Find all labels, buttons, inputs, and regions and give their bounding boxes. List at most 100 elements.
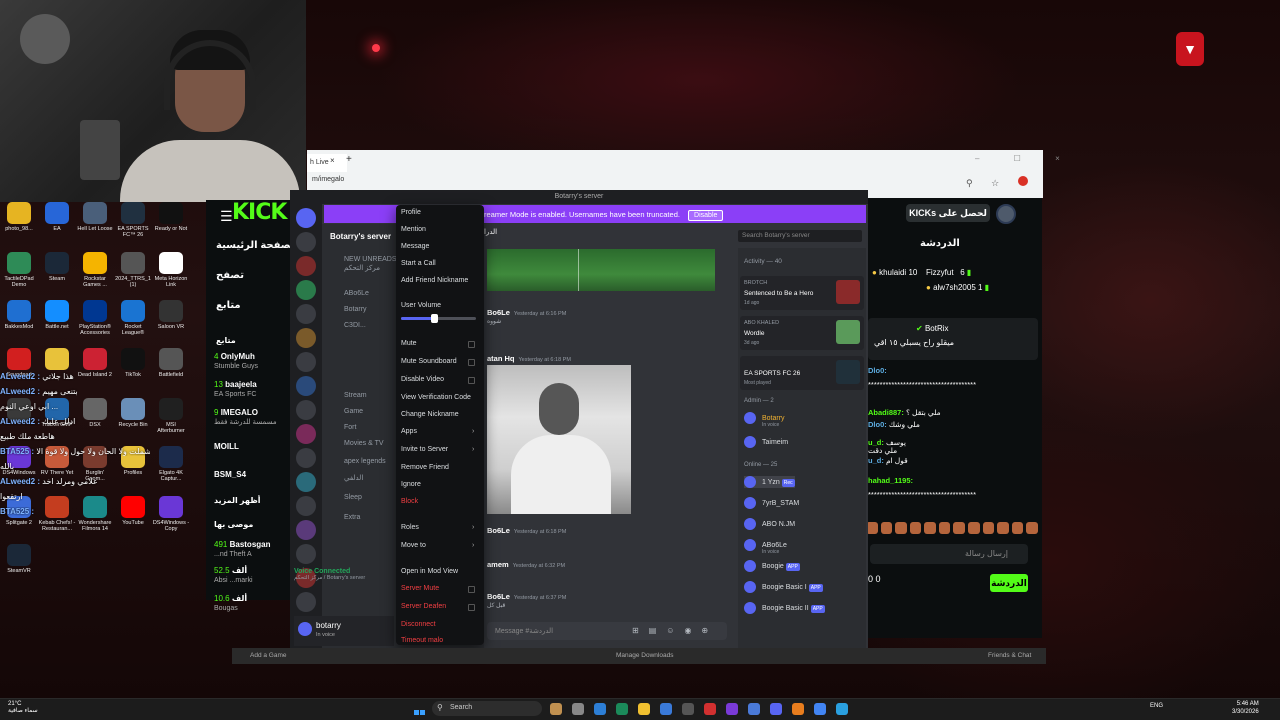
user-avatar[interactable] [996,204,1016,224]
message-author[interactable]: Bo6Le Yesterday at 6:37 PM [487,592,566,601]
emote-icon[interactable] [1026,522,1038,534]
kick-nav-browse[interactable]: تصفح [216,270,244,281]
server-icon[interactable] [296,208,316,228]
window-controls[interactable]: – ☐ × [975,154,1076,163]
football-field-image[interactable] [487,249,715,291]
desktop-icon[interactable]: PlayStation® Accessories [76,300,114,336]
desktop-icon[interactable]: 2024_TTRS_1 (1) [114,252,152,288]
taskbar-app-icon[interactable] [550,703,562,715]
member-item[interactable]: Boogie APP [744,560,800,572]
kick-stream-item[interactable]: 10.6 ألف Bougas [214,594,290,614]
server-icon[interactable] [296,232,316,252]
kick-stream-item[interactable]: MOILL [214,442,290,452]
emoji-icon[interactable]: ☺ [666,626,684,635]
kick-stream-item[interactable]: 9 IMEGALO مسمسة للدرشة فقط [214,408,290,428]
chat-username[interactable]: hahad_1195: [868,476,913,485]
member-item[interactable]: ABO N.JM [744,518,795,530]
plus-icon[interactable]: ⊕ [701,626,718,635]
clock[interactable]: 5:46 AM 3/30/2026 [1232,700,1259,716]
kick-stream-item[interactable]: 52.5 ألف Absi ...marki [214,566,290,586]
disable-streamer-mode-button[interactable]: Disable [688,210,724,221]
get-kicks-button[interactable]: KICKs لحصل على [906,204,990,222]
context-menu-item[interactable]: Apps [401,428,417,435]
send-chat-button[interactable]: الدردشة [990,574,1028,592]
taskbar-app-icon[interactable] [572,703,584,715]
emote-icon[interactable] [968,522,980,534]
channel-item[interactable]: C3DI... [344,322,366,329]
emote-icon[interactable] [909,522,922,534]
context-menu-item[interactable]: Add Friend Nickname [401,277,468,284]
member-item[interactable]: Taimeim [744,436,788,448]
shared-photo[interactable] [487,365,631,514]
star-icon[interactable]: ☆ [991,178,1007,188]
activity-card[interactable]: BROTCH Sentenced to Be a Hero 1d ago [740,276,864,310]
taskbar-app-icon[interactable] [836,703,848,715]
channel-item[interactable]: NEW UNREADS [344,256,397,263]
chat-username[interactable]: u_d: [868,456,884,465]
context-menu-item[interactable]: Start a Call [401,260,436,267]
new-tab-icon[interactable]: + [346,154,352,165]
manage-downloads-button[interactable]: Manage Downloads [616,652,673,659]
chat-input[interactable]: إرسال رسالة [870,544,1028,564]
server-icon[interactable] [296,496,316,516]
emote-icon[interactable] [982,522,995,534]
taskbar-app-icon[interactable] [594,703,606,715]
context-menu-item[interactable]: Move to [401,542,426,549]
member-item[interactable]: 7yrB_STAM [744,497,799,509]
emote-icon[interactable] [880,522,893,534]
desktop-icon[interactable]: photo_98... [0,202,38,232]
activity-card[interactable]: EA SPORTS FC 26 Most played [740,356,864,390]
emote-icon[interactable] [997,522,1009,534]
kick-stream-item[interactable]: BSM_S4 [214,470,290,480]
emote-icon[interactable] [938,522,951,534]
context-menu-item[interactable]: Server Deafen [401,603,446,610]
desktop-icon[interactable]: Rocket League® [114,300,152,336]
server-icon[interactable] [296,592,316,612]
kick-nav-home[interactable]: الصفحة الرئيسية [216,240,298,251]
member-item[interactable]: ABo6Le In voice [744,539,787,555]
member-item[interactable]: Botarry In voice [744,412,785,428]
context-menu-item[interactable]: View Verification Code [401,394,471,401]
server-icon[interactable] [296,352,316,372]
add-game-button[interactable]: Add a Game [250,652,287,659]
kick-menu-icon[interactable]: ☰ [220,208,233,225]
channel-item[interactable]: Fort [344,424,356,431]
context-menu-item[interactable]: Block [401,498,418,505]
context-menu-item[interactable]: Remove Friend [401,464,449,471]
context-menu-item[interactable]: User Volume [401,302,441,309]
taskbar-app-icon[interactable] [638,703,650,715]
channel-item[interactable]: apex legends [344,458,386,465]
channel-item[interactable]: Stream [344,392,367,399]
sticker-icon[interactable]: ◉ [684,626,701,635]
context-menu-item[interactable]: Timeout malo [401,637,443,644]
taskbar-app-icon[interactable] [748,703,760,715]
search-icon[interactable]: ⚲ [966,178,981,188]
kick-nav-following[interactable]: متابع [216,300,241,311]
context-menu-item[interactable]: Disable Video [401,376,444,383]
taskbar-app-icon[interactable] [616,703,628,715]
context-menu-item[interactable]: Message [401,243,429,250]
server-icon[interactable] [296,328,316,348]
windows-start-icon[interactable] [414,703,426,715]
desktop-icon[interactable]: Steam [38,252,76,282]
channel-item[interactable]: Sleep [344,494,362,501]
message-author[interactable]: Bo6Le Yesterday at 6:18 PM [487,526,566,535]
emote-icon[interactable] [924,522,936,534]
desktop-icon[interactable]: Saloon VR [152,300,190,330]
language-indicator[interactable]: ENG [1150,703,1163,709]
emote-icon[interactable] [953,522,966,534]
desktop-icon[interactable]: EA SPORTS FC™ 26 [114,202,152,238]
checkbox[interactable] [468,359,475,366]
kick-stream-item[interactable]: 491 Bastosgan ...nd Theft A [214,540,290,560]
desktop-icon[interactable]: MSI Afterburner [152,398,190,434]
server-icon[interactable] [296,280,316,300]
server-icon[interactable] [296,448,316,468]
desktop-icon[interactable]: Elgato 4K Captur... [152,446,190,482]
desktop-icon[interactable]: TactileDPad Demo [0,252,38,288]
kick-stream-item[interactable]: 4 OnlyMuh Stumble Guys [214,352,290,372]
profile-icon[interactable] [1017,176,1028,186]
server-icon[interactable] [296,400,316,420]
desktop-icon[interactable]: Battlefield [152,348,190,378]
desktop-icon[interactable]: EA [38,202,76,232]
context-menu-item[interactable]: Invite to Server [401,446,448,453]
